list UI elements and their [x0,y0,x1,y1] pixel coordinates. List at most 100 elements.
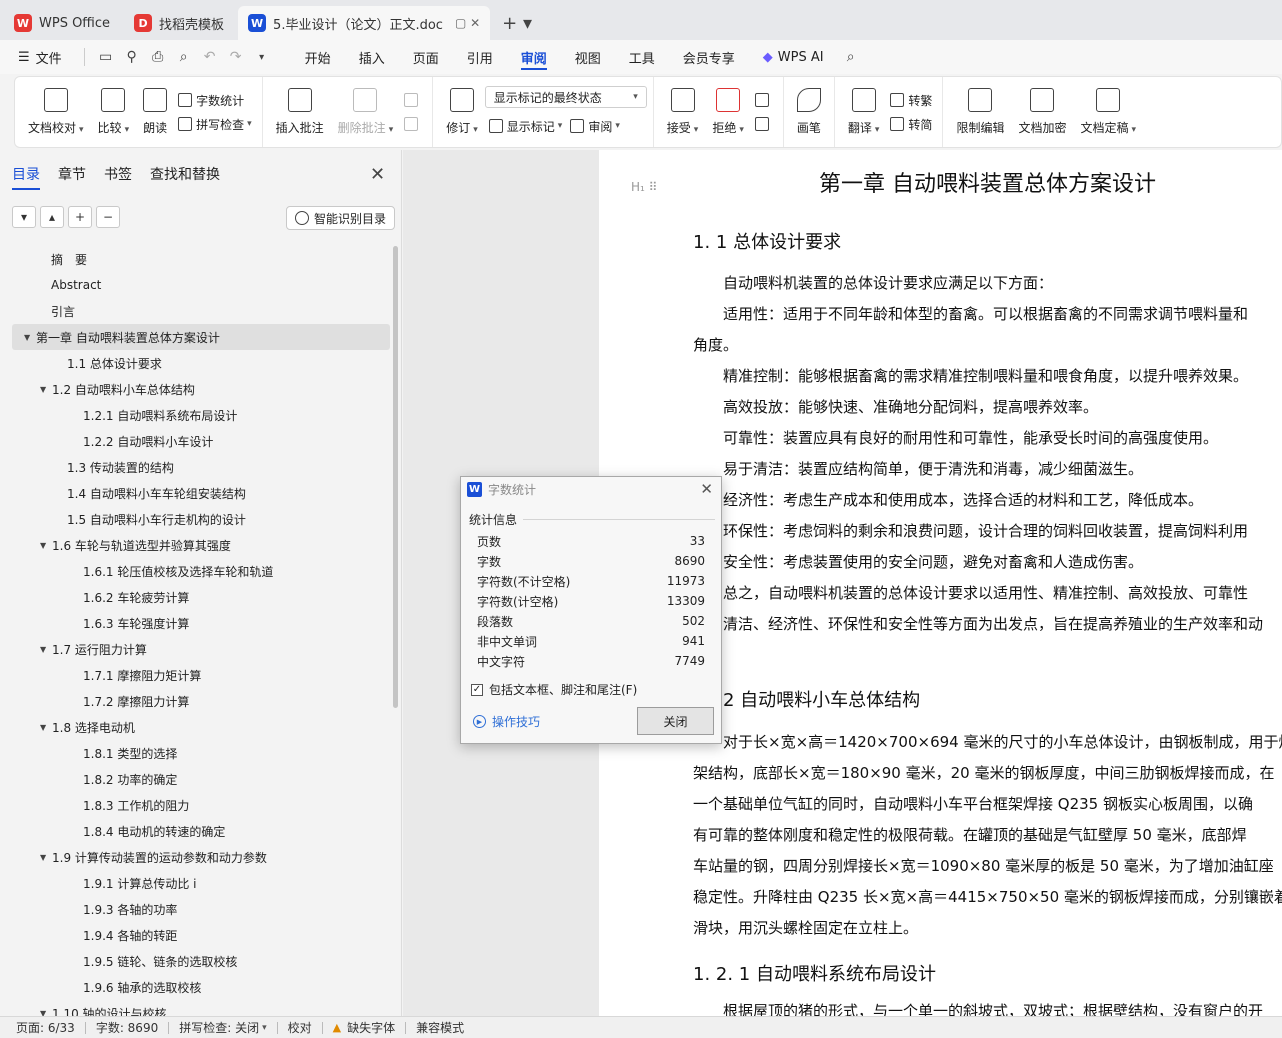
revise-button[interactable]: 修订 ▾ [439,82,485,142]
remove-heading-icon[interactable]: − [96,206,120,228]
spell-check-indicator[interactable]: 拼写检查: 关闭 ▾ [179,1019,266,1036]
to-traditional-button[interactable]: 转繁 [886,88,936,112]
close-icon[interactable]: ✕ [700,480,713,498]
menu-tab-0[interactable]: 开始 [291,40,345,74]
toc-item[interactable]: ▼ 1.2 自动喂料小车总体结构 [12,376,390,402]
read-aloud-button[interactable]: 朗读 [136,82,174,142]
include-textbox-checkbox[interactable]: ✓ 包括文本框、脚注和尾注(F) [471,681,637,698]
toc-item[interactable]: 1.8.4 电动机的转速的确定 [12,818,390,844]
menu-tab-1[interactable]: 插入 [345,40,399,74]
close-icon[interactable]: ▢ ✕ [455,16,480,30]
next-comment-button[interactable] [400,112,426,136]
toc-item[interactable]: 1.8.1 类型的选择 [12,740,390,766]
toc-item[interactable]: ▼ 1.6 车轮与轨道选型并验算其强度 [12,532,390,558]
chevron-down-icon[interactable]: ▼ [40,723,52,732]
toc-scrollbar[interactable] [393,246,398,708]
toc-item[interactable]: 1.1 总体设计要求 [12,350,390,376]
smart-toc-button[interactable]: 智能识别目录 [286,206,396,230]
toc-item[interactable]: ▼ 1.8 选择电动机 [12,714,390,740]
page-indicator[interactable]: 页面: 6/33 [16,1019,75,1036]
window-tab-2[interactable]: W 5.毕业设计（论文）正文.doc ▢ ✕ [238,6,491,40]
word-count-button[interactable]: 字数统计 [174,88,256,112]
tips-link[interactable]: ▶ 操作技巧 [473,713,540,730]
pen-button[interactable]: 画笔 [790,82,828,142]
toc-item[interactable]: 1.6.2 车轮疲劳计算 [12,584,390,610]
menu-tab-7[interactable]: 会员专享 [669,40,749,74]
delete-comment-button[interactable]: 删除批注 ▾ [331,82,401,142]
chevron-down-icon[interactable]: ▾ [249,44,275,70]
chevron-down-icon[interactable]: ▼ [40,541,52,550]
toc-item[interactable]: 摘 要 [12,246,390,272]
menu-tab-2[interactable]: 页面 [399,40,453,74]
toc-item[interactable]: 1.2.2 自动喂料小车设计 [12,428,390,454]
missing-font-indicator[interactable]: ▲ 缺失字体 [333,1019,395,1036]
next-change-button[interactable] [751,112,777,136]
word-count-indicator[interactable]: 字数: 8690 [96,1019,158,1036]
print-preview-icon[interactable]: ⌕ [171,44,197,70]
heading-drag-handle-icon[interactable]: H₁ ⠿ [631,180,657,194]
menu-tab-6[interactable]: 工具 [615,40,669,74]
toc-item[interactable]: 1.9.3 各轴的功率 [12,896,390,922]
chevron-down-icon[interactable]: ▼ [40,853,52,862]
toc-item[interactable]: ▼ 1.9 计算传动装置的运动参数和动力参数 [12,844,390,870]
doc-finalize-button[interactable]: 文档定稿 ▾ [1073,82,1143,142]
to-simplified-button[interactable]: 转简 [886,112,936,136]
prev-comment-button[interactable] [400,88,426,112]
toc-item[interactable]: 1.4 自动喂料小车车轮组安装结构 [12,480,390,506]
toc-item[interactable]: 引言 [12,298,390,324]
prev-change-button[interactable] [751,88,777,112]
proof-indicator[interactable]: 校对 [288,1019,312,1036]
toc-item[interactable]: 1.6.1 轮压值校核及选择车轮和轨道 [12,558,390,584]
toc-item[interactable]: Abstract [12,272,390,298]
undo-icon[interactable]: ↶ [197,44,223,70]
compare-button[interactable]: 比较 ▾ [91,82,137,142]
close-button[interactable]: 关闭 [637,707,714,735]
restrict-edit-button[interactable]: 限制编辑 [949,82,1011,142]
chevron-down-icon[interactable]: ▼ [40,645,52,654]
doc-encrypt-button[interactable]: 文档加密 [1011,82,1073,142]
menu-tab-5[interactable]: 视图 [561,40,615,74]
toc-item[interactable]: 1.2.1 自动喂料系统布局设计 [12,402,390,428]
accept-button[interactable]: 接受 ▾ [660,82,706,142]
nav-tab-2[interactable]: 书签 [104,164,132,190]
spell-check-button[interactable]: 拼写检查 ▾ [174,112,256,136]
expand-down-icon[interactable]: ▾ [12,206,36,228]
wps-ai-menu[interactable]: ◆ WPS AI [749,40,838,74]
redo-icon[interactable]: ↷ [223,44,249,70]
toc-item[interactable]: ▼ 第一章 自动喂料装置总体方案设计 [12,324,390,350]
menu-tab-4[interactable]: 审阅 [507,40,561,74]
add-heading-icon[interactable]: + [68,206,92,228]
insert-comment-button[interactable]: 插入批注 [269,82,331,142]
toc-item[interactable]: 1.3 传动装置的结构 [12,454,390,480]
markup-state-select[interactable]: 显示标记的最终状态 ▾ [484,86,647,108]
file-menu[interactable]: ☰ 文件 [14,40,76,74]
close-icon[interactable]: ✕ [370,164,385,185]
toc-item[interactable]: 1.5 自动喂料小车行走机构的设计 [12,506,390,532]
chevron-down-icon[interactable]: ▼ [24,333,36,342]
show-markup-button[interactable]: 显示标记 ▾ [485,114,567,138]
print-icon[interactable]: ⎙ [145,44,171,70]
search-icon[interactable]: ⌕ [838,44,864,70]
chevron-down-icon[interactable]: ▼ [40,385,52,394]
toc-item[interactable]: 1.9.4 各轴的转距 [12,922,390,948]
window-tab-1[interactable]: D 找稻壳模板 [124,6,234,40]
nav-tab-3[interactable]: 查找和替换 [150,164,220,190]
doc-check-button[interactable]: 文档校对 ▾ [21,82,91,142]
new-tab-icon[interactable]: + ▾ [494,6,540,40]
share-icon[interactable]: ⚲ [119,44,145,70]
collapse-up-icon[interactable]: ▴ [40,206,64,228]
toc-item[interactable]: 1.8.3 工作机的阻力 [12,792,390,818]
toc-item[interactable]: 1.7.2 摩擦阻力计算 [12,688,390,714]
toc-item[interactable]: 1.6.3 车轮强度计算 [12,610,390,636]
nav-tab-0[interactable]: 目录 [12,164,40,190]
nav-tab-1[interactable]: 章节 [58,164,86,190]
toc-item[interactable]: 1.9.1 计算总传动比 i [12,870,390,896]
toc-item[interactable]: 1.8.2 功率的确定 [12,766,390,792]
window-tab-0[interactable]: W WPS Office [4,6,120,40]
reject-button[interactable]: 拒绝 ▾ [705,82,751,142]
checkbox-icon[interactable]: ✓ [471,683,483,696]
review-pane-button[interactable]: 审阅 ▾ [566,114,624,138]
menu-tab-3[interactable]: 引用 [453,40,507,74]
toc-item[interactable]: 1.7.1 摩擦阻力矩计算 [12,662,390,688]
toc-item[interactable]: ▼ 1.7 运行阻力计算 [12,636,390,662]
